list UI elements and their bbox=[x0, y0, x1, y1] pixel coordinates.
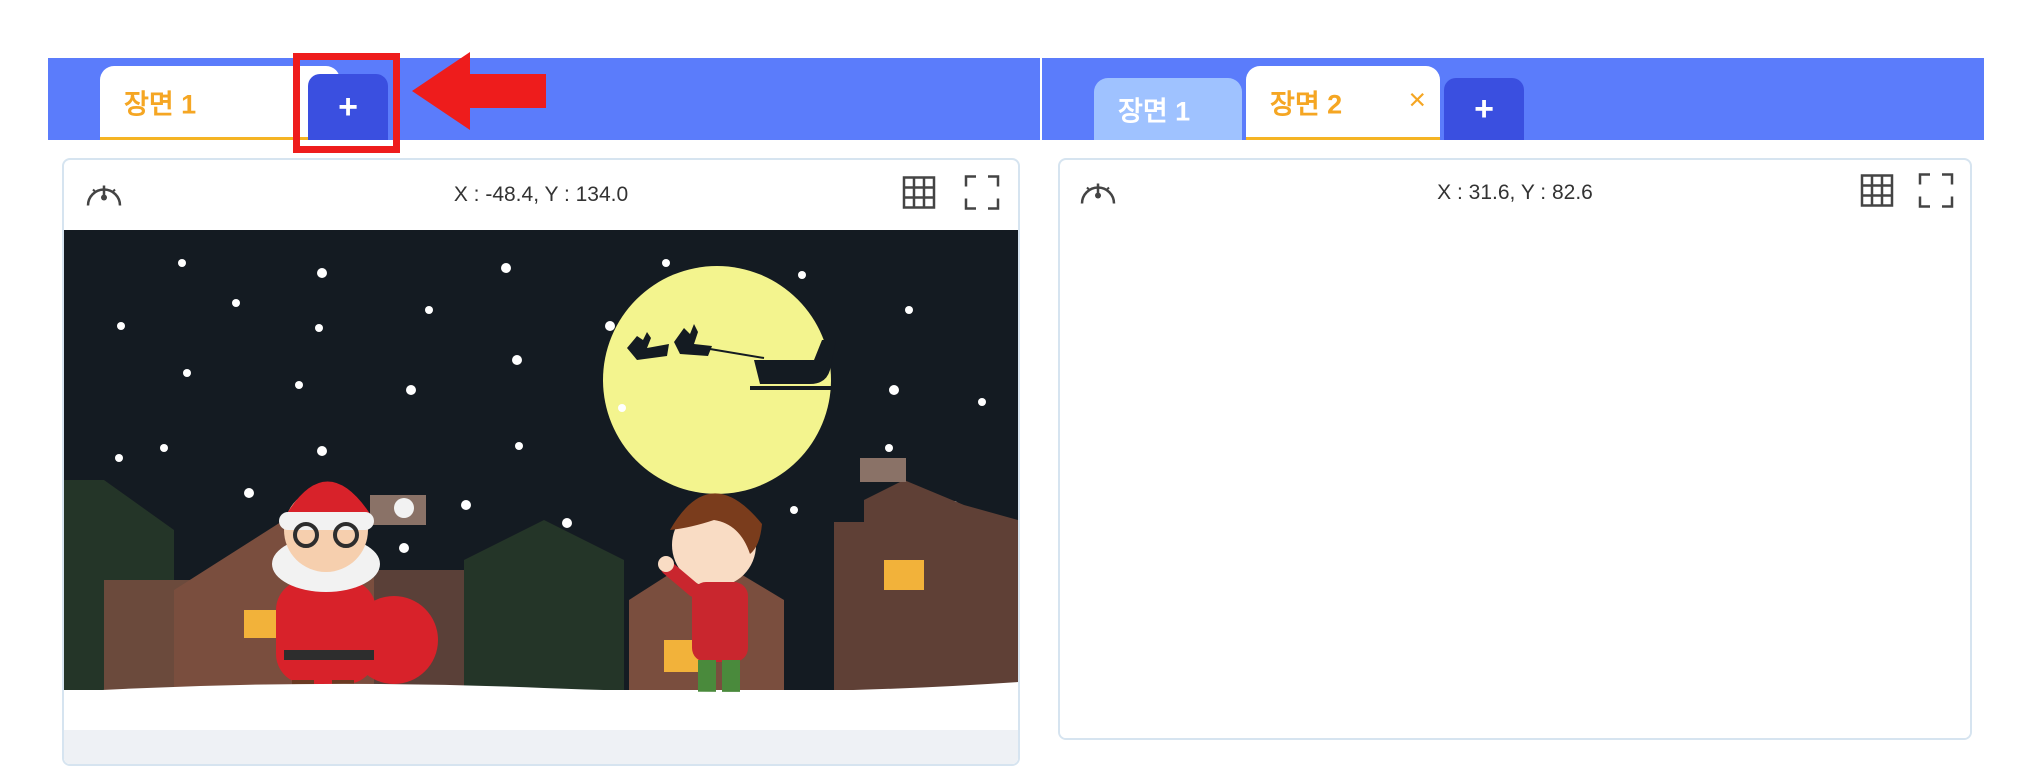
pointer-arrow bbox=[412, 52, 546, 130]
tab-scene-1[interactable]: 장면 1 bbox=[1094, 78, 1242, 140]
grid-icon[interactable] bbox=[1860, 174, 1894, 213]
close-tab-icon[interactable]: × bbox=[1408, 83, 1426, 117]
highlight-box bbox=[293, 53, 400, 153]
fullscreen-icon[interactable] bbox=[1918, 173, 1954, 214]
coordinates-readout: X : 31.6, Y : 82.6 bbox=[1437, 181, 1593, 204]
speed-gauge-icon[interactable] bbox=[1078, 174, 1118, 213]
stage-toolbar: X : -48.4, Y : 134.0 bbox=[64, 160, 1018, 232]
stage-scene[interactable] bbox=[64, 230, 1018, 766]
stage-canvas-empty[interactable] bbox=[1060, 226, 1970, 738]
speed-gauge-icon[interactable] bbox=[84, 176, 124, 215]
coordinates-readout: X : -48.4, Y : 134.0 bbox=[453, 183, 629, 206]
grid-icon[interactable] bbox=[902, 176, 936, 215]
tab-label: 장면 1 bbox=[124, 89, 197, 119]
stage-toolbar: X : 31.6, Y : 82.6 bbox=[1060, 160, 1970, 228]
fullscreen-icon[interactable] bbox=[964, 175, 1000, 216]
tab-scene-2[interactable]: 장면 2 × bbox=[1246, 66, 1440, 140]
stage-panel-right: X : 31.6, Y : 82.6 bbox=[1058, 158, 1972, 740]
add-scene-button[interactable]: + bbox=[1444, 78, 1524, 140]
tab-label: 장면 2 bbox=[1270, 89, 1343, 119]
tab-label: 장면 1 bbox=[1118, 96, 1191, 127]
stage-panel-left: X : -48.4, Y : 134.0 bbox=[62, 158, 1020, 766]
scene-tab-bar-right: 장면 1 장면 2 × + bbox=[1042, 58, 1984, 140]
